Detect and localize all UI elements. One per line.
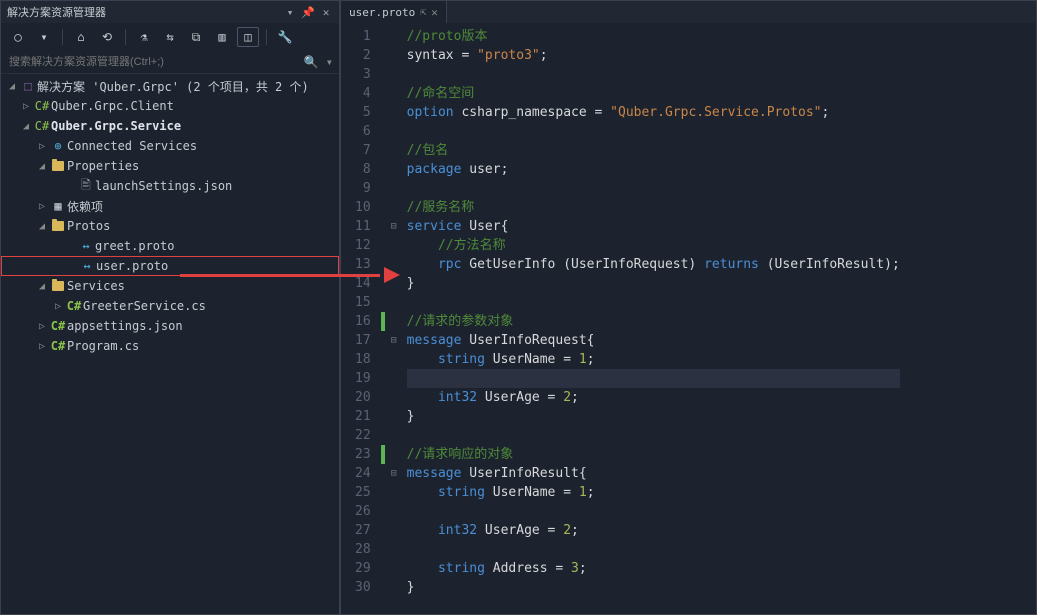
tab-bar: user.proto ⇱ ✕ <box>341 1 1036 23</box>
separator <box>266 29 267 45</box>
code-editor: user.proto ⇱ ✕ 1234567891011121314151617… <box>340 0 1037 615</box>
file-label: launchSettings.json <box>95 179 232 193</box>
search-row: 🔍 ▾ <box>1 51 339 74</box>
node-label: Connected Services <box>67 139 197 153</box>
pin-icon[interactable]: ⇱ <box>420 7 426 18</box>
solution-tree: ◢⬚解决方案 'Quber.Grpc' (2 个项目，共 2 个) ▷C#Qub… <box>1 74 339 614</box>
line-gutter: 1234567891011121314151617181920212223242… <box>341 23 381 614</box>
code-area[interactable]: 1234567891011121314151617181920212223242… <box>341 23 1036 614</box>
sync-icon[interactable]: ⟲ <box>96 27 118 47</box>
tab-label: user.proto <box>349 6 415 19</box>
solution-node[interactable]: ◢⬚解决方案 'Quber.Grpc' (2 个项目，共 2 个) <box>1 76 339 96</box>
project-service[interactable]: ◢C#Quber.Grpc.Service <box>1 116 339 136</box>
close-tab-icon[interactable]: ✕ <box>431 6 438 19</box>
search-input[interactable] <box>7 53 304 71</box>
greet-proto[interactable]: ↔greet.proto <box>1 236 339 256</box>
fold-toggle[interactable]: ⊟ <box>387 331 401 350</box>
show-all-icon[interactable]: ▥ <box>211 27 233 47</box>
file-label: user.proto <box>96 259 168 273</box>
fold-toggle[interactable]: ⊟ <box>387 464 401 483</box>
home-button[interactable]: ⌂ <box>70 27 92 47</box>
properties-icon[interactable]: 🔧 <box>274 27 296 47</box>
solution-label: 解决方案 'Quber.Grpc' (2 个项目，共 2 个) <box>37 78 309 95</box>
back-button[interactable]: ◯ <box>7 27 29 47</box>
dropdown-toggle[interactable]: ▾ <box>33 27 55 47</box>
appsettings[interactable]: ▷C#appsettings.json <box>1 316 339 336</box>
protos-folder[interactable]: ◢Protos <box>1 216 339 236</box>
properties-folder[interactable]: ◢Properties <box>1 156 339 176</box>
project-client[interactable]: ▷C#Quber.Grpc.Client <box>1 96 339 116</box>
explorer-title-bar: 解决方案资源管理器 ▾ 📌 ✕ <box>1 1 339 23</box>
solution-explorer: 解决方案资源管理器 ▾ 📌 ✕ ◯ ▾ ⌂ ⟲ ⚗ ⇆ ⧉ ▥ ◫ 🔧 🔍 ▾ … <box>0 0 340 615</box>
program-cs[interactable]: ▷C#Program.cs <box>1 336 339 356</box>
file-label: greet.proto <box>95 239 174 253</box>
dependencies[interactable]: ▷▦依赖项 <box>1 196 339 216</box>
file-label: GreeterService.cs <box>83 299 206 313</box>
swap-icon[interactable]: ⇆ <box>159 27 181 47</box>
node-label: Protos <box>67 219 110 233</box>
fold-toggle[interactable]: ⊟ <box>387 217 401 236</box>
file-label: appsettings.json <box>67 319 183 333</box>
separator <box>62 29 63 45</box>
connected-services[interactable]: ▷⊕Connected Services <box>1 136 339 156</box>
explorer-toolbar: ◯ ▾ ⌂ ⟲ ⚗ ⇆ ⧉ ▥ ◫ 🔧 <box>1 23 339 51</box>
project-label: Quber.Grpc.Service <box>51 119 181 133</box>
separator <box>125 29 126 45</box>
filter-icon[interactable]: ⚗ <box>133 27 155 47</box>
view-icon[interactable]: ◫ <box>237 27 259 47</box>
launch-settings[interactable]: 🖹launchSettings.json <box>1 176 339 196</box>
close-icon[interactable]: ✕ <box>319 5 333 19</box>
red-arrow-annotation <box>180 268 400 284</box>
file-label: Program.cs <box>67 339 139 353</box>
node-label: Services <box>67 279 125 293</box>
node-label: 依赖项 <box>67 198 103 215</box>
copy-icon[interactable]: ⧉ <box>185 27 207 47</box>
project-label: Quber.Grpc.Client <box>51 99 174 113</box>
node-label: Properties <box>67 159 139 173</box>
tab-user-proto[interactable]: user.proto ⇱ ✕ <box>341 1 447 23</box>
greeter-service[interactable]: ▷C#GreeterService.cs <box>1 296 339 316</box>
dropdown-icon[interactable]: ▾ <box>283 5 297 19</box>
explorer-title-text: 解决方案资源管理器 <box>7 4 106 20</box>
pin-icon[interactable]: 📌 <box>301 5 315 19</box>
fold-column: ⊟ ⊟ ⊟ <box>387 23 401 614</box>
code-content[interactable]: //proto版本 syntax = "proto3"; //命名空间 opti… <box>401 23 900 614</box>
search-icon[interactable]: 🔍 ▾ <box>304 55 333 69</box>
